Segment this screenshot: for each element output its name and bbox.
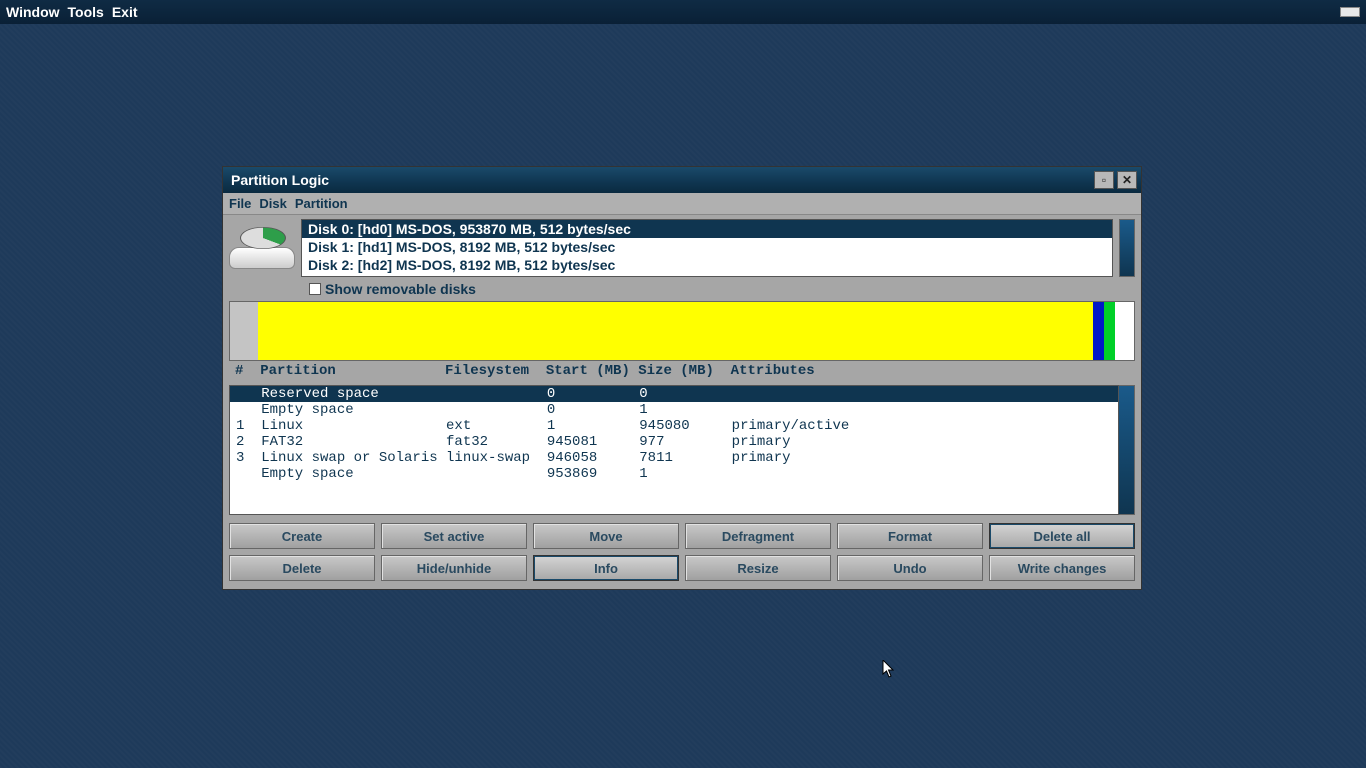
disk-list-scrollbar[interactable] [1119,219,1135,277]
hide-unhide-button[interactable]: Hide/unhide [381,555,527,581]
delete-all-button[interactable]: Delete all [989,523,1135,549]
disk-list[interactable]: Disk 0: [hd0] MS-DOS, 953870 MB, 512 byt… [301,219,1113,277]
partition-table-header: # Partition Filesystem Start (MB) Size (… [229,363,1135,379]
stripe-segment-fat32[interactable] [1093,302,1104,360]
move-button[interactable]: Move [533,523,679,549]
show-removable-label: Show removable disks [325,281,476,297]
partition-table[interactable]: Reserved space 0 0 Empty space 0 11 Linu… [229,385,1119,515]
format-button[interactable]: Format [837,523,983,549]
stripe-segment-swap[interactable] [1104,302,1115,360]
resize-button[interactable]: Resize [685,555,831,581]
tray-icon[interactable] [1340,7,1360,17]
sysmenu-window[interactable]: Window [6,4,60,20]
partition-row[interactable]: 3 Linux swap or Solaris linux-swap 94605… [230,450,1118,466]
undo-button[interactable]: Undo [837,555,983,581]
partition-row[interactable]: Empty space 953869 1 [230,466,1118,482]
partition-row[interactable]: 1 Linux ext 1 945080 primary/active [230,418,1118,434]
disk-list-row[interactable]: Disk 2: [hd2] MS-DOS, 8192 MB, 512 bytes… [302,256,1112,274]
disk-icon [229,219,295,275]
create-button[interactable]: Create [229,523,375,549]
partition-scrollbar[interactable] [1119,385,1135,515]
stripe-segment-linux[interactable] [258,302,1093,360]
minimize-button[interactable]: ▫ [1094,171,1114,189]
window-menubar: File Disk Partition [223,193,1141,215]
close-button[interactable]: ✕ [1117,171,1137,189]
sysmenu-tools[interactable]: Tools [68,4,104,20]
mouse-cursor-icon [882,660,896,678]
titlebar[interactable]: Partition Logic ▫ ✕ [223,167,1141,193]
partition-row[interactable]: Empty space 0 1 [230,402,1118,418]
system-menubar: Window Tools Exit [0,0,1366,24]
stripe-segment-empty[interactable] [1115,302,1134,360]
partition-stripe[interactable] [229,301,1135,361]
delete-button[interactable]: Delete [229,555,375,581]
stripe-gutter [230,302,258,360]
sysmenu-exit[interactable]: Exit [112,4,138,20]
disk-list-row[interactable]: Disk 1: [hd1] MS-DOS, 8192 MB, 512 bytes… [302,238,1112,256]
disk-list-row[interactable]: Disk 0: [hd0] MS-DOS, 953870 MB, 512 byt… [302,220,1112,238]
menu-file[interactable]: File [229,196,251,211]
menu-disk[interactable]: Disk [259,196,286,211]
partition-row[interactable]: 2 FAT32 fat32 945081 977 primary [230,434,1118,450]
button-grid: CreateSet activeMoveDefragmentFormatDele… [229,523,1135,581]
info-button[interactable]: Info [533,555,679,581]
defragment-button[interactable]: Defragment [685,523,831,549]
show-removable-checkbox[interactable] [309,283,321,295]
menu-partition[interactable]: Partition [295,196,348,211]
window-title: Partition Logic [231,172,329,188]
set-active-button[interactable]: Set active [381,523,527,549]
partition-row[interactable]: Reserved space 0 0 [230,386,1118,402]
partition-logic-window: Partition Logic ▫ ✕ File Disk Partition … [222,166,1142,590]
write-changes-button[interactable]: Write changes [989,555,1135,581]
